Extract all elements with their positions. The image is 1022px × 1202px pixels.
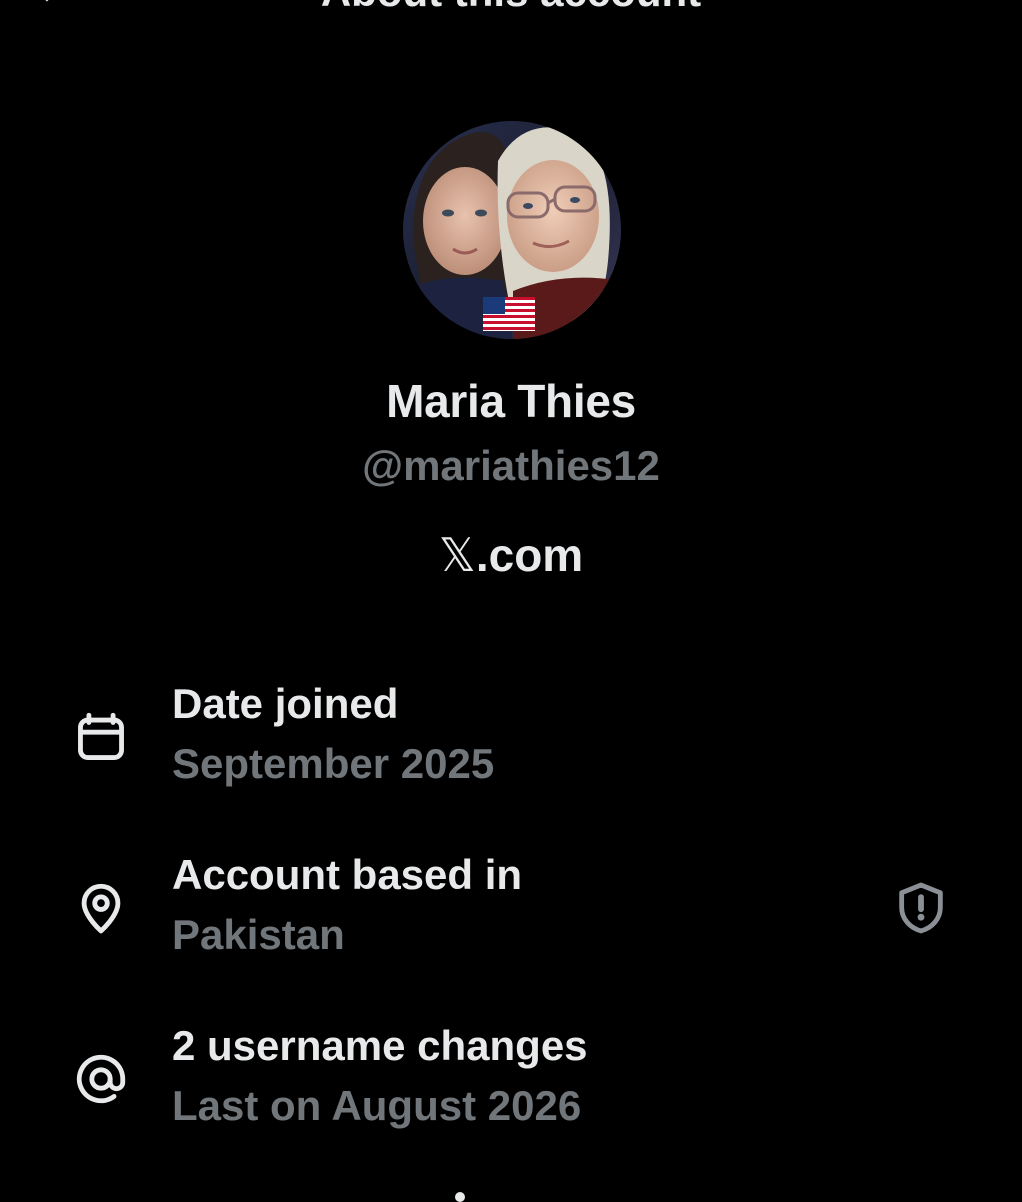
top-bar: About this account	[0, 0, 1022, 20]
avatar[interactable]	[403, 121, 621, 339]
detail-value: Last on August 2026	[172, 1082, 582, 1129]
avatar-image	[403, 121, 621, 339]
detail-label: Date joined	[172, 680, 399, 727]
scroll-indicator	[455, 1192, 465, 1202]
detail-label: 2 username changes	[172, 1022, 588, 1069]
site-suffix: .com	[475, 529, 584, 581]
page-title: About this account	[0, 0, 1022, 16]
x-logo-icon: 𝕏	[438, 528, 476, 582]
detail-account-based-in[interactable]: Account based in Pakistan	[0, 851, 1022, 971]
detail-date-joined: Date joined September 2025	[0, 680, 1022, 800]
calendar-icon	[78, 712, 124, 760]
display-name: Maria Thies	[386, 375, 636, 427]
detail-value: Pakistan	[172, 911, 345, 958]
site-label: 𝕏.com	[0, 528, 1022, 582]
detail-username-changes: 2 username changes Last on August 2026	[0, 1022, 1022, 1142]
detail-value: September 2025	[172, 740, 495, 787]
at-sign-icon	[76, 1054, 126, 1104]
shield-alert-icon[interactable]	[892, 879, 950, 937]
location-pin-icon	[81, 883, 121, 934]
username-handle: @mariathies12	[362, 442, 660, 489]
detail-label: Account based in	[172, 851, 523, 898]
